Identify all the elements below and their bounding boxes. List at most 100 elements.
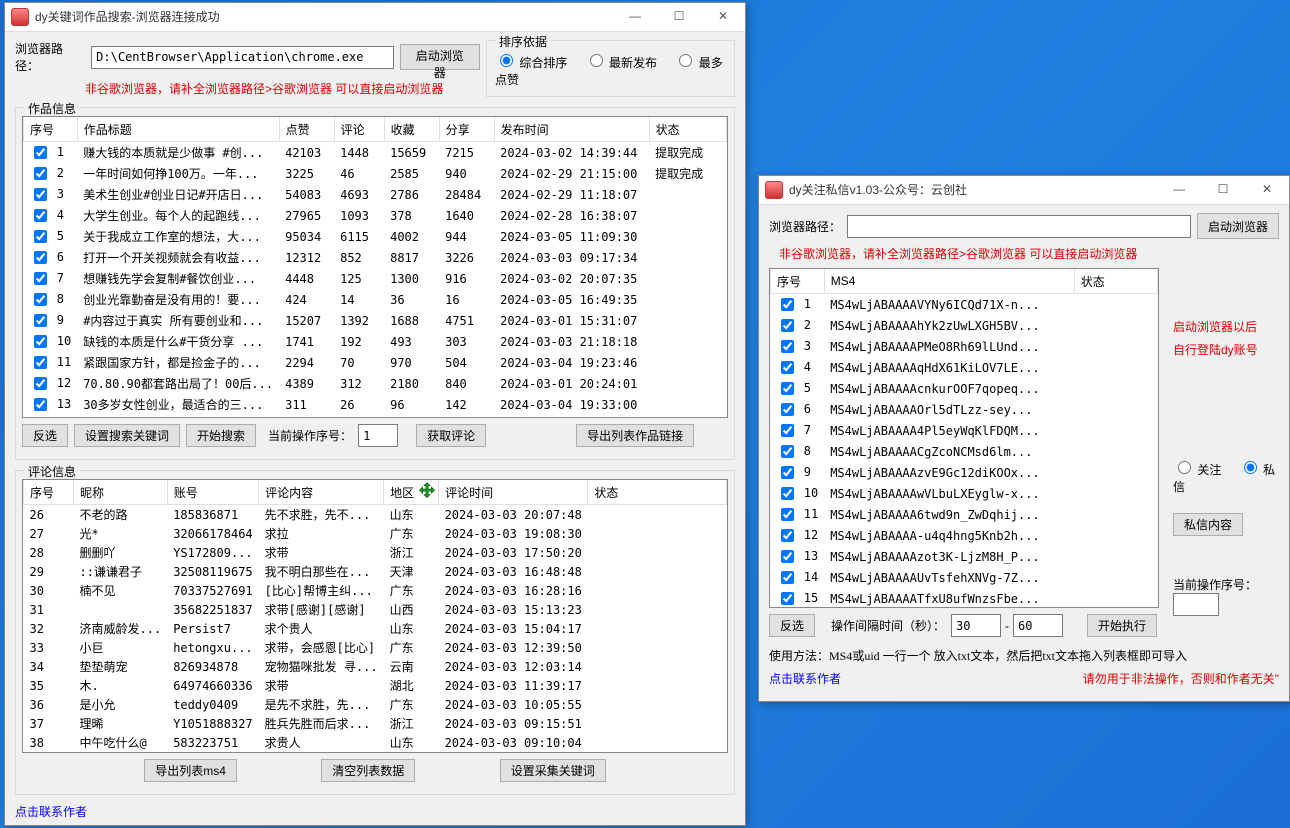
maximize-button[interactable]: ☐: [657, 3, 701, 31]
interval-min-input[interactable]: [951, 614, 1001, 637]
row-checkbox[interactable]: [34, 146, 47, 159]
export-ms4-button[interactable]: 导出列表ms4: [144, 759, 237, 782]
sort-comprehensive[interactable]: 综合排序: [495, 56, 567, 70]
table-row[interactable]: 12MS4wLjABAAAA-u4q4hng5Knb2h...: [771, 525, 1158, 546]
table-row[interactable]: 14创业不易，创前请深思！#知...193250316213592024-03-…: [24, 415, 727, 418]
works-table[interactable]: 序号作品标题点赞评论收藏分享发布时间状态 1赚大钱的本质就是少做事 #创...4…: [22, 116, 728, 418]
row-checkbox[interactable]: [34, 356, 47, 369]
table-row[interactable]: 33小巨hetongxu...求带，会感恩[比心]广东2024-03-03 12…: [24, 638, 727, 657]
minimize-button[interactable]: —: [1157, 176, 1201, 204]
table-row[interactable]: 9MS4wLjABAAAAzvE9Gc12diKOOx...: [771, 462, 1158, 483]
table-row[interactable]: 29::谦谦君子32508119675我不明白那些在...天津2024-03-0…: [24, 562, 727, 581]
column-header[interactable]: 序号: [24, 480, 74, 505]
table-row[interactable]: 9#内容过于真实 所有要创业和...152071392168847512024-…: [24, 310, 727, 331]
row-checkbox[interactable]: [34, 377, 47, 390]
contact-author-link[interactable]: 点击联系作者: [15, 803, 735, 820]
current-op-input[interactable]: [1173, 593, 1219, 616]
table-row[interactable]: 11MS4wLjABAAAA6twd9n_ZwDqhij...: [771, 504, 1158, 525]
column-header[interactable]: 账号: [167, 480, 258, 505]
export-links-button[interactable]: 导出列表作品链接: [576, 424, 694, 447]
table-row[interactable]: 34垫垫萌宠826934878宠物猫咪批发 寻...云南2024-03-03 1…: [24, 657, 727, 676]
titlebar[interactable]: dy关键词作品搜索-浏览器连接成功 — ☐ ✕: [5, 3, 745, 32]
table-row[interactable]: 5关于我成立工作室的想法，大...95034611540029442024-03…: [24, 226, 727, 247]
table-row[interactable]: 28删删吖YS172809...求带浙江2024-03-03 17:50:20: [24, 543, 727, 562]
column-header[interactable]: MS4: [824, 269, 1074, 294]
table-row[interactable]: 10缺钱的本质是什么#干货分享 ...17411924933032024-03-…: [24, 331, 727, 352]
table-row[interactable]: 35木.64974660336求带湖北2024-03-03 11:39:17: [24, 676, 727, 695]
table-row[interactable]: 37理晞Y1051888327胜兵先胜而后求...浙江2024-03-03 09…: [24, 714, 727, 733]
row-checkbox[interactable]: [781, 529, 794, 542]
column-header[interactable]: 昵称: [74, 480, 168, 505]
table-row[interactable]: 8MS4wLjABAAAACgZcoNCMsd6lm...: [771, 441, 1158, 462]
row-checkbox[interactable]: [781, 592, 794, 605]
row-checkbox[interactable]: [34, 209, 47, 222]
row-checkbox[interactable]: [781, 550, 794, 563]
launch-browser-button[interactable]: 启动浏览器: [1197, 213, 1279, 239]
browser-path-input[interactable]: [847, 215, 1191, 238]
table-row[interactable]: 1MS4wLjABAAAAVYNy6ICQd71X-n...: [771, 294, 1158, 316]
table-row[interactable]: 1330多岁女性创业，最适合的三...31126961422024-03-04 …: [24, 394, 727, 415]
get-comments-button[interactable]: 获取评论: [416, 424, 486, 447]
current-op-input[interactable]: [358, 424, 398, 447]
table-row[interactable]: 26不老的路185836871先不求胜，先不...山东2024-03-03 20…: [24, 505, 727, 525]
table-row[interactable]: 3美术生创业#创业日记#开店日...5408346932786284842024…: [24, 184, 727, 205]
table-row[interactable]: 5MS4wLjABAAAAcnkurOOF7qopeq...: [771, 378, 1158, 399]
invert-selection-button[interactable]: 反选: [769, 614, 815, 637]
column-header[interactable]: 收藏: [384, 117, 439, 142]
row-checkbox[interactable]: [781, 361, 794, 374]
browser-path-input[interactable]: [91, 46, 393, 69]
row-checkbox[interactable]: [781, 403, 794, 416]
row-checkbox[interactable]: [34, 293, 47, 306]
row-checkbox[interactable]: [34, 230, 47, 243]
row-checkbox[interactable]: [34, 188, 47, 201]
row-checkbox[interactable]: [781, 508, 794, 521]
row-checkbox[interactable]: [34, 272, 47, 285]
table-row[interactable]: 3MS4wLjABAAAAPMeO8Rh69lLUnd...: [771, 336, 1158, 357]
row-checkbox[interactable]: [781, 571, 794, 584]
row-checkbox[interactable]: [781, 466, 794, 479]
row-checkbox[interactable]: [34, 167, 47, 180]
start-search-button[interactable]: 开始搜索: [186, 424, 256, 447]
row-checkbox[interactable]: [34, 314, 47, 327]
row-checkbox[interactable]: [781, 424, 794, 437]
column-header[interactable]: 状态: [649, 117, 726, 142]
clear-list-button[interactable]: 清空列表数据: [321, 759, 415, 782]
option-follow[interactable]: 关注: [1173, 463, 1221, 477]
contact-author-link[interactable]: 点击联系作者: [769, 670, 841, 687]
table-row[interactable]: 1赚大钱的本质就是少做事 #创...4210314481565972152024…: [24, 142, 727, 164]
row-checkbox[interactable]: [781, 487, 794, 500]
table-row[interactable]: 3135682251837求带[感谢][感谢]山西2024-03-03 15:1…: [24, 600, 727, 619]
table-row[interactable]: 7MS4wLjABAAAA4Pl5eyWqKlFDQM...: [771, 420, 1158, 441]
minimize-button[interactable]: —: [613, 3, 657, 31]
table-row[interactable]: 30楠不见70337527691[比心]帮博主纠...广东2024-03-03 …: [24, 581, 727, 600]
row-checkbox[interactable]: [781, 382, 794, 395]
comments-table[interactable]: 序号昵称账号评论内容地区评论时间状态 26不老的路185836871先不求胜，先…: [22, 479, 728, 753]
ms4-table[interactable]: 序号MS4状态 1MS4wLjABAAAAVYNy6ICQd71X-n... 2…: [769, 268, 1159, 608]
column-header[interactable]: 序号: [24, 117, 78, 142]
table-row[interactable]: 15MS4wLjABAAAATfxU8ufWnzsFbe...: [771, 588, 1158, 608]
titlebar[interactable]: dy关注私信v1.03-公众号：云创社 — ☐ ✕: [759, 176, 1289, 205]
column-header[interactable]: 状态: [588, 480, 727, 505]
column-header[interactable]: 评论时间: [439, 480, 588, 505]
row-checkbox[interactable]: [781, 319, 794, 332]
table-row[interactable]: 6打开一个开关视频就会有收益...12312852881732262024-03…: [24, 247, 727, 268]
column-header[interactable]: 状态: [1074, 269, 1157, 294]
sort-newest[interactable]: 最新发布: [585, 56, 657, 70]
column-header[interactable]: 评论: [334, 117, 384, 142]
table-row[interactable]: 27光*32066178464求拉广东2024-03-03 19:08:30: [24, 524, 727, 543]
row-checkbox[interactable]: [34, 251, 47, 264]
table-row[interactable]: 6MS4wLjABAAAAOrl5dTLzz-sey...: [771, 399, 1158, 420]
table-row[interactable]: 1270.80.90都套路出局了！00后...43893122180840202…: [24, 373, 727, 394]
table-row[interactable]: 2MS4wLjABAAAAhYk2zUwLXGH5BV...: [771, 315, 1158, 336]
column-header[interactable]: 点赞: [279, 117, 334, 142]
table-row[interactable]: 10MS4wLjABAAAAwVLbuLXEyglw-x...: [771, 483, 1158, 504]
table-row[interactable]: 14MS4wLjABAAAAUvTsfehXNVg-7Z...: [771, 567, 1158, 588]
invert-selection-button[interactable]: 反选: [22, 424, 68, 447]
set-keywords-button[interactable]: 设置搜索关键词: [74, 424, 180, 447]
set-collect-keywords-button[interactable]: 设置采集关键词: [500, 759, 606, 782]
table-row[interactable]: 7想赚钱先学会复制#餐饮创业...444812513009162024-03-0…: [24, 268, 727, 289]
column-header[interactable]: 分享: [439, 117, 494, 142]
column-header[interactable]: 序号: [771, 269, 825, 294]
row-checkbox[interactable]: [781, 298, 794, 311]
column-header[interactable]: 评论内容: [259, 480, 384, 505]
